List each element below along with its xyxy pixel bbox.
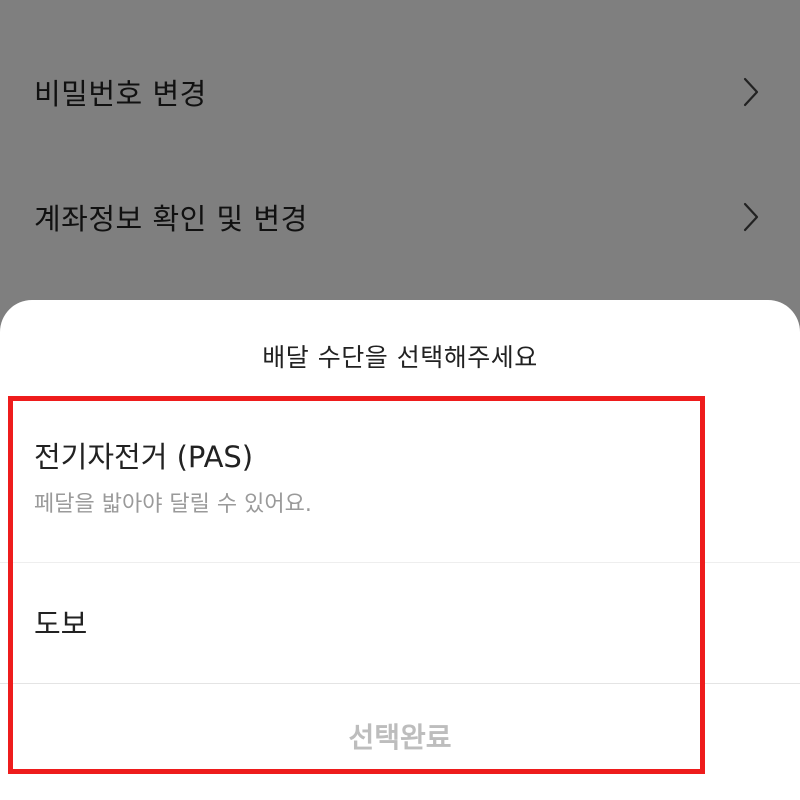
- option-description: 페달을 밟아야 달릴 수 있어요.: [34, 492, 312, 517]
- option-label: 전기자전거 (PAS): [34, 440, 254, 474]
- bottom-sheet: 배달 수단을 선택해주세요 전기자전거 (PAS) 페달을 밟아야 달릴 수 있…: [0, 300, 800, 800]
- option-electric-bicycle[interactable]: 전기자전거 (PAS) 페달을 밟아야 달릴 수 있어요.: [0, 400, 800, 563]
- confirm-selection-button[interactable]: 선택완료: [0, 685, 800, 790]
- option-label: 도보: [34, 607, 88, 641]
- option-walking[interactable]: 도보: [0, 563, 800, 684]
- sheet-title: 배달 수단을 선택해주세요: [262, 343, 538, 372]
